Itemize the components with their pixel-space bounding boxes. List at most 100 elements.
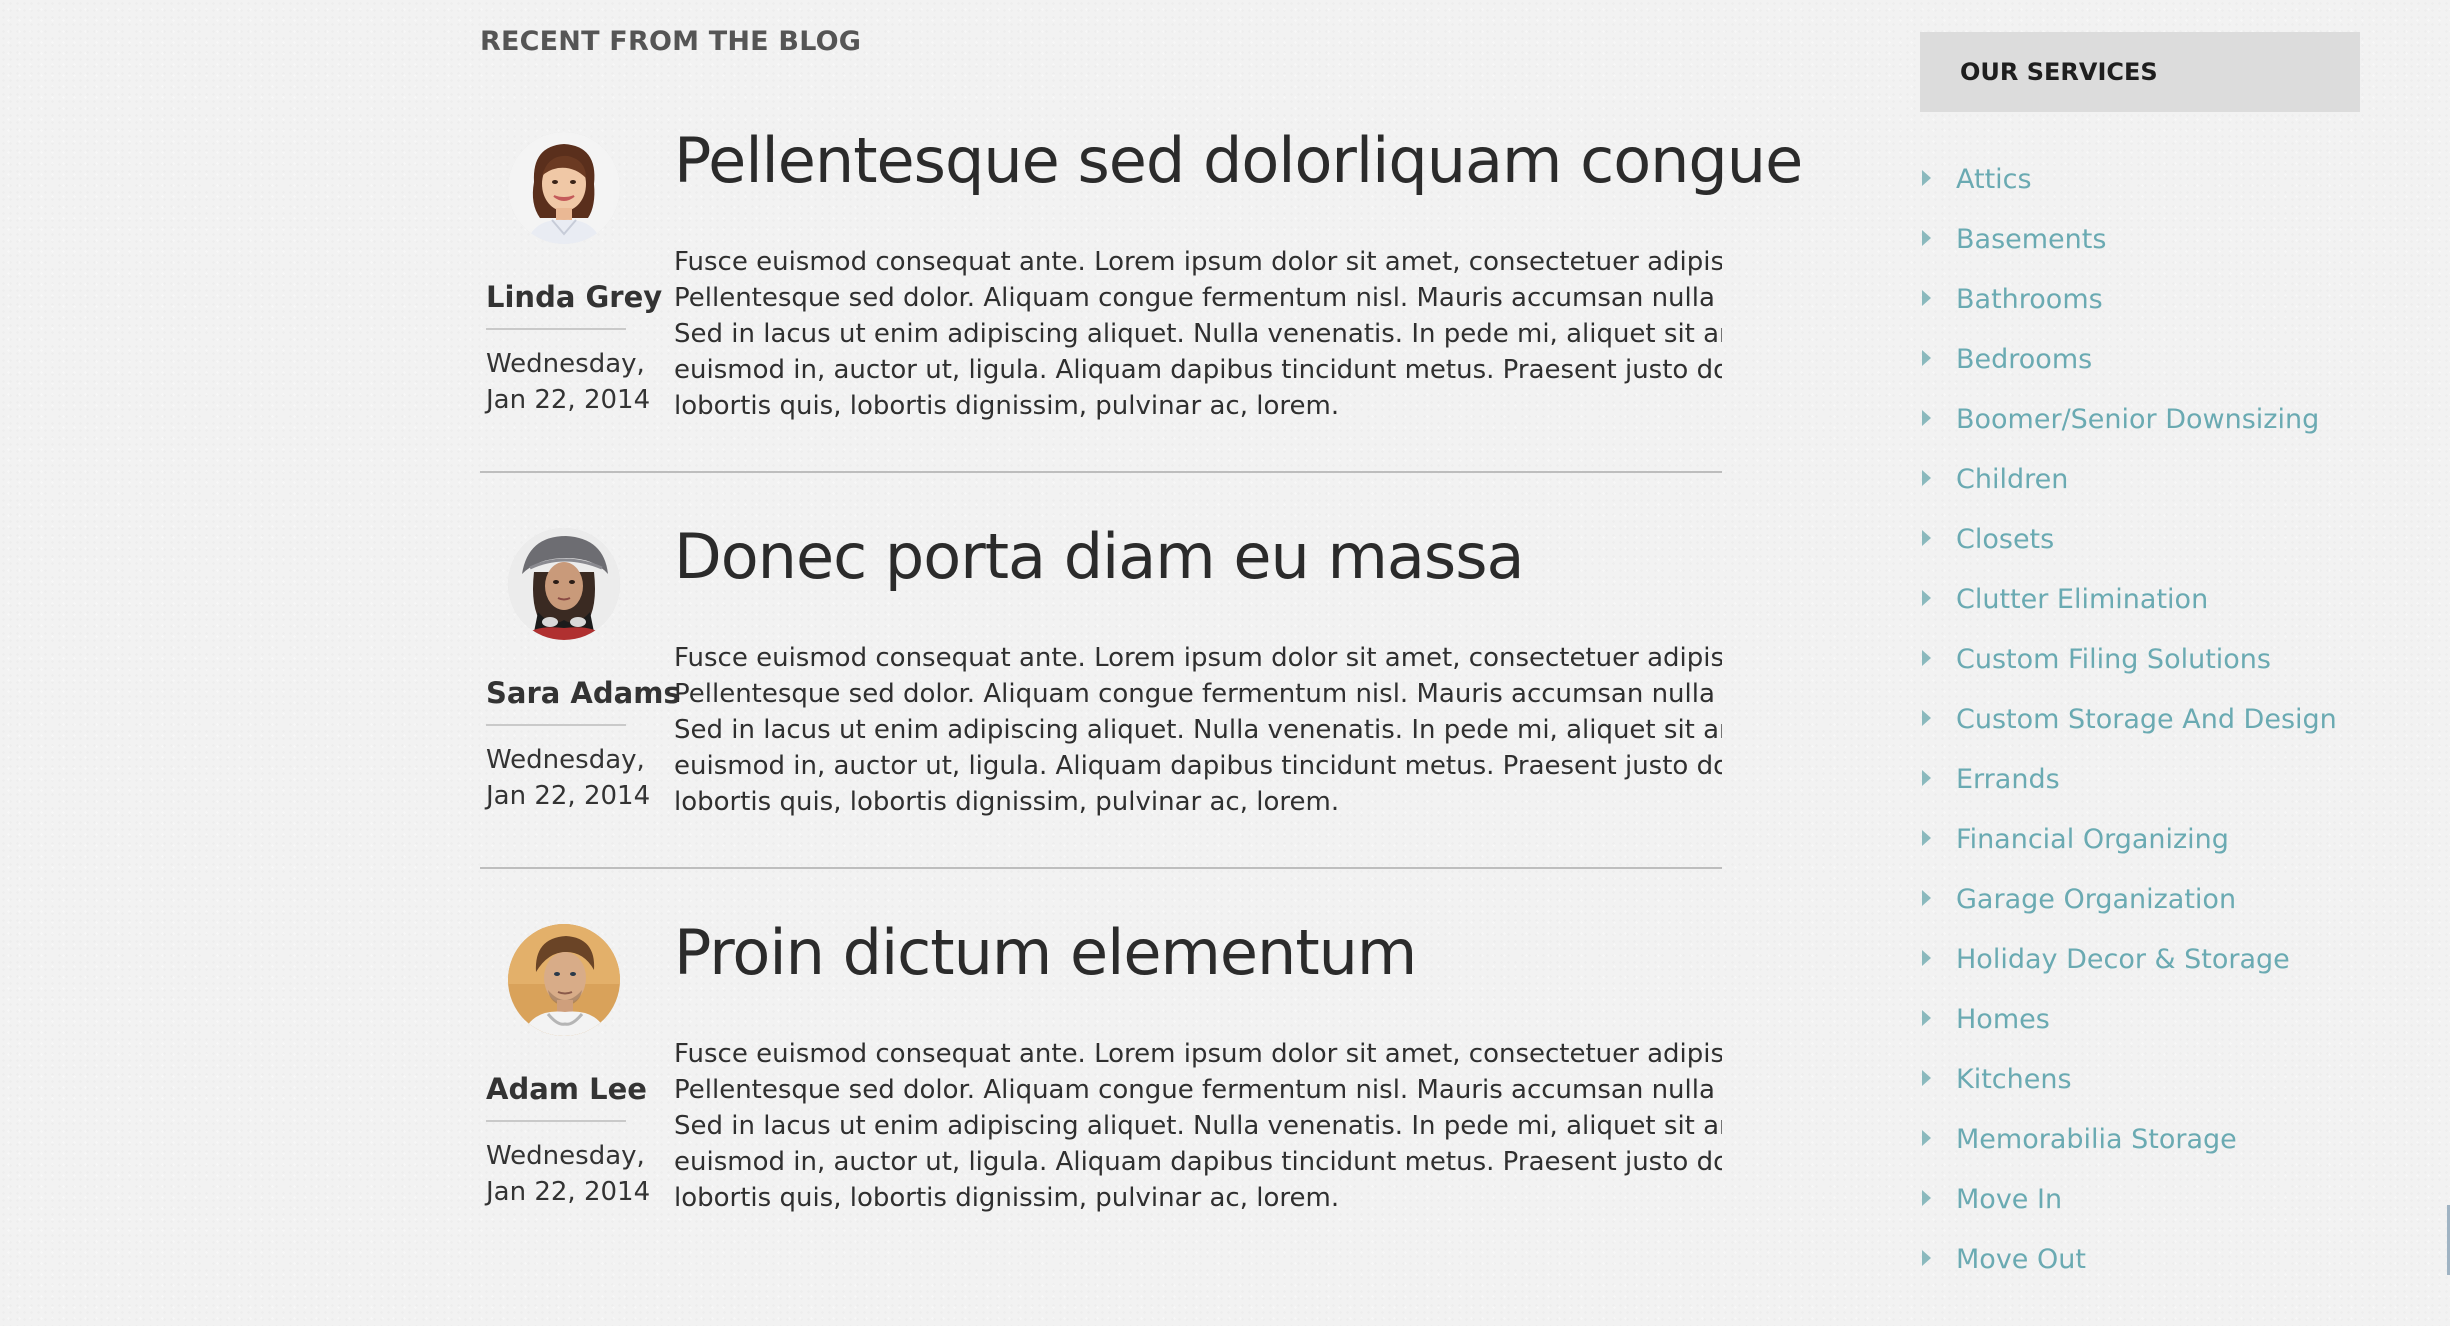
excerpt-line: Pellentesque sed dolor. Aliquam congue f… <box>674 283 1722 313</box>
author-avatar <box>508 528 620 640</box>
author-divider <box>486 724 626 726</box>
post-date-weekday: Wednesday, <box>486 349 645 379</box>
service-link[interactable]: Move Out <box>1956 1240 2086 1280</box>
service-link[interactable]: Attics <box>1956 160 2032 200</box>
caret-right-icon <box>1922 950 1931 966</box>
caret-right-icon <box>1922 410 1931 426</box>
excerpt-line: Pellentesque sed dolor. Aliquam congue f… <box>674 1075 1722 1105</box>
service-item-children[interactable]: Children <box>1920 460 2360 500</box>
service-link[interactable]: Move In <box>1956 1180 2062 1220</box>
service-item-clutter-elimination[interactable]: Clutter Elimination <box>1920 580 2360 620</box>
service-item-custom-filing-solutions[interactable]: Custom Filing Solutions <box>1920 640 2360 680</box>
post-excerpt: Fusce euismod consequat ante. Lorem ipsu… <box>674 1036 1722 1216</box>
blog-post: Linda Grey Wednesday, Jan 22, 2014 Pelle… <box>480 128 1803 524</box>
post-title[interactable]: Donec porta diam eu massa <box>674 524 1525 590</box>
excerpt-line: Fusce euismod consequat ante. Lorem ipsu… <box>674 247 1722 277</box>
blog-heading: RECENT FROM THE BLOG <box>480 26 862 57</box>
service-item-holiday-decor-storage[interactable]: Holiday Decor & Storage <box>1920 940 2360 980</box>
service-link[interactable]: Financial Organizing <box>1956 820 2229 860</box>
service-item-memorabilia-storage[interactable]: Memorabilia Storage <box>1920 1120 2360 1160</box>
service-item-boomer-senior-downsizing[interactable]: Boomer/Senior Downsizing <box>1920 400 2360 440</box>
author-avatar <box>508 132 620 244</box>
post-divider <box>480 471 1722 473</box>
service-link[interactable]: Memorabilia Storage <box>1956 1120 2237 1160</box>
services-sidebar: OUR SERVICES Attics Basements Bathrooms … <box>1920 32 2360 1275</box>
excerpt-line: lobortis quis, lobortis dignissim, pulvi… <box>674 391 1340 421</box>
man-portrait-icon <box>508 924 620 1036</box>
caret-right-icon <box>1922 170 1931 186</box>
excerpt-line: euismod in, auctor ut, ligula. Aliquam d… <box>674 1147 1722 1177</box>
excerpt-line: Sed in lacus ut enim adipiscing aliquet.… <box>674 1111 1722 1141</box>
service-item-basements[interactable]: Basements <box>1920 220 2360 260</box>
excerpt-line: Pellentesque sed dolor. Aliquam congue f… <box>674 679 1722 709</box>
caret-right-icon <box>1922 770 1931 786</box>
post-excerpt: Fusce euismod consequat ante. Lorem ipsu… <box>674 244 1722 424</box>
post-date: Wednesday, Jan 22, 2014 <box>486 1138 650 1210</box>
author-divider <box>486 1120 626 1122</box>
caret-right-icon <box>1922 830 1931 846</box>
caret-right-icon <box>1922 590 1931 606</box>
sidebar-title: OUR SERVICES <box>1960 58 2158 86</box>
service-link[interactable]: Basements <box>1956 220 2106 260</box>
service-link[interactable]: Garage Organization <box>1956 880 2236 920</box>
service-item-kitchens[interactable]: Kitchens <box>1920 1060 2360 1100</box>
author-divider <box>486 328 626 330</box>
caret-right-icon <box>1922 470 1931 486</box>
caret-right-icon <box>1922 530 1931 546</box>
excerpt-line: Sed in lacus ut enim adipiscing aliquet.… <box>674 319 1722 349</box>
service-link[interactable]: Clutter Elimination <box>1956 580 2208 620</box>
caret-right-icon <box>1922 1190 1931 1206</box>
caret-right-icon <box>1922 230 1931 246</box>
caret-right-icon <box>1922 650 1931 666</box>
post-date-weekday: Wednesday, <box>486 1141 645 1171</box>
service-link[interactable]: Holiday Decor & Storage <box>1956 940 2290 980</box>
service-item-custom-storage-and-design[interactable]: Custom Storage And Design <box>1920 700 2360 740</box>
service-link[interactable]: Bathrooms <box>1956 280 2103 320</box>
caret-right-icon <box>1922 1130 1931 1146</box>
blog-post: Sara Adams Wednesday, Jan 22, 2014 Donec… <box>480 524 1722 920</box>
service-link[interactable]: Kitchens <box>1956 1060 2072 1100</box>
service-item-closets[interactable]: Closets <box>1920 520 2360 560</box>
service-link[interactable]: Closets <box>1956 520 2054 560</box>
author-name[interactable]: Adam Lee <box>486 1072 647 1106</box>
service-item-move-in[interactable]: Move In <box>1920 1180 2360 1220</box>
caret-right-icon <box>1922 1010 1931 1026</box>
excerpt-line: Sed in lacus ut enim adipiscing aliquet.… <box>674 715 1722 745</box>
excerpt-line: Fusce euismod consequat ante. Lorem ipsu… <box>674 643 1722 673</box>
service-link[interactable]: Boomer/Senior Downsizing <box>1956 400 2319 440</box>
excerpt-line: lobortis quis, lobortis dignissim, pulvi… <box>674 787 1340 817</box>
service-item-attics[interactable]: Attics <box>1920 160 2360 200</box>
excerpt-line: Fusce euismod consequat ante. Lorem ipsu… <box>674 1039 1722 1069</box>
service-item-bathrooms[interactable]: Bathrooms <box>1920 280 2360 320</box>
post-title[interactable]: Pellentesque sed dolorliquam congue <box>674 128 1803 194</box>
service-item-garage-organization[interactable]: Garage Organization <box>1920 880 2360 920</box>
excerpt-line: euismod in, auctor ut, ligula. Aliquam d… <box>674 751 1722 781</box>
author-name[interactable]: Sara Adams <box>486 676 681 710</box>
caret-right-icon <box>1922 890 1931 906</box>
woman-smiling-portrait-icon <box>508 132 620 244</box>
caret-right-icon <box>1922 710 1931 726</box>
woman-with-cap-portrait-icon <box>508 528 620 640</box>
post-divider <box>480 867 1722 869</box>
service-link[interactable]: Custom Filing Solutions <box>1956 640 2271 680</box>
caret-right-icon <box>1922 1250 1931 1266</box>
post-title[interactable]: Proin dictum elementum <box>674 920 1417 986</box>
post-date-day: Jan 22, 2014 <box>486 781 651 811</box>
service-link[interactable]: Custom Storage And Design <box>1956 700 2337 740</box>
service-item-move-out[interactable]: Move Out <box>1920 1240 2360 1280</box>
service-item-financial-organizing[interactable]: Financial Organizing <box>1920 820 2360 860</box>
blog-post: Adam Lee Wednesday, Jan 22, 2014 Proin d… <box>480 920 1722 1316</box>
service-link[interactable]: Bedrooms <box>1956 340 2092 380</box>
service-item-bedrooms[interactable]: Bedrooms <box>1920 340 2360 380</box>
service-item-errands[interactable]: Errands <box>1920 760 2360 800</box>
caret-right-icon <box>1922 290 1931 306</box>
post-date-weekday: Wednesday, <box>486 745 645 775</box>
service-link[interactable]: Children <box>1956 460 2068 500</box>
author-name[interactable]: Linda Grey <box>486 280 662 314</box>
service-link[interactable]: Errands <box>1956 760 2060 800</box>
post-excerpt: Fusce euismod consequat ante. Lorem ipsu… <box>674 640 1722 820</box>
post-date: Wednesday, Jan 22, 2014 <box>486 742 650 814</box>
service-item-homes[interactable]: Homes <box>1920 1000 2360 1040</box>
post-date: Wednesday, Jan 22, 2014 <box>486 346 650 418</box>
service-link[interactable]: Homes <box>1956 1000 2050 1040</box>
